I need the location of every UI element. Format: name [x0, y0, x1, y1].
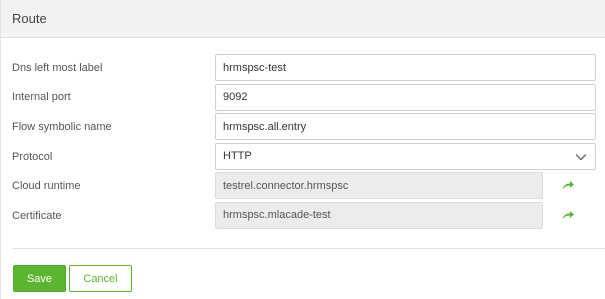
cancel-button[interactable]: Cancel	[69, 265, 132, 292]
chevron-down-icon	[575, 154, 587, 160]
dns-label-input[interactable]: hrmspsc-test	[215, 54, 596, 81]
arrow-right-icon[interactable]	[561, 209, 575, 221]
internal-port-input[interactable]: 9092	[215, 83, 596, 111]
protocol-select[interactable]: HTTP	[215, 142, 596, 170]
route-form: Dns left most label hrmspsc-test Interna…	[1, 38, 605, 231]
form-row-flow-name: Flow symbolic name hrmspsc.all.entry	[1, 112, 605, 142]
save-button[interactable]: Save	[13, 265, 66, 292]
form-row-certificate: Certificate hrmspsc.mlacade-test	[1, 201, 605, 231]
form-row-protocol: Protocol HTTP	[1, 142, 605, 172]
protocol-value: HTTP	[223, 150, 252, 163]
cloud-runtime-label: Cloud runtime	[12, 180, 81, 193]
panel-header: Route	[1, 0, 605, 38]
dns-label-label: Dns left most label	[12, 61, 103, 74]
form-row-dns-label: Dns left most label hrmspsc-test	[1, 53, 605, 83]
cloud-runtime-field: testrel.connector.hrmspsc	[215, 172, 543, 200]
form-row-internal-port: Internal port 9092	[1, 83, 605, 113]
panel-title: Route	[12, 11, 47, 26]
protocol-label: Protocol	[12, 150, 53, 163]
divider	[12, 248, 605, 249]
internal-port-label: Internal port	[12, 91, 71, 104]
route-panel: Route Dns left most label hrmspsc-test I…	[0, 0, 605, 299]
flow-name-input[interactable]: hrmspsc.all.entry	[215, 113, 596, 141]
arrow-right-icon[interactable]	[561, 179, 575, 191]
certificate-label: Certificate	[12, 209, 62, 222]
flow-name-label: Flow symbolic name	[12, 120, 112, 133]
form-row-cloud-runtime: Cloud runtime testrel.connector.hrmspsc	[1, 171, 605, 201]
certificate-field: hrmspsc.mlacade-test	[215, 201, 543, 229]
